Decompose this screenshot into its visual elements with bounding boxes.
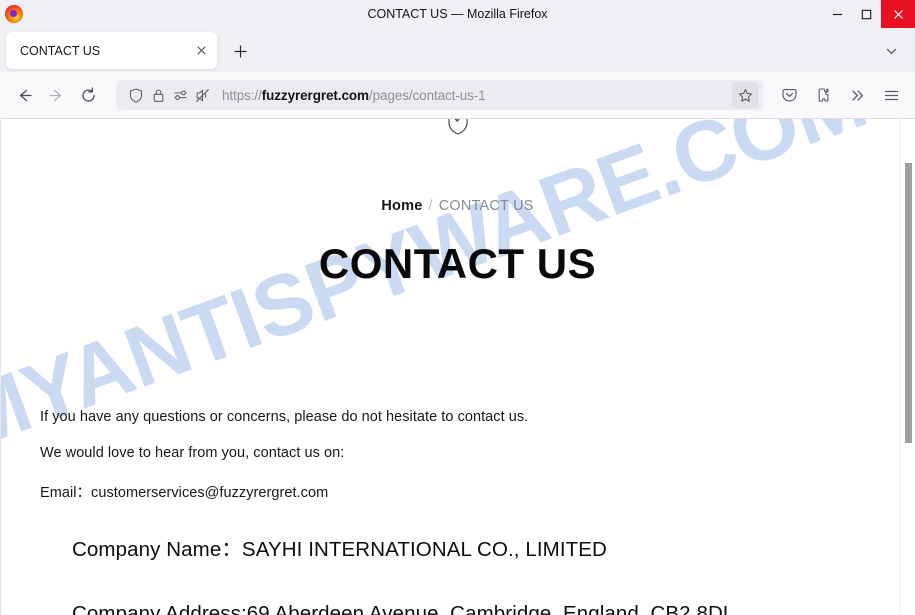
url-host: fuzzyrergret.com: [261, 87, 369, 103]
url-text[interactable]: https://fuzzyrergret.com/pages/contact-u…: [222, 88, 732, 103]
pocket-save-icon[interactable]: [773, 79, 805, 111]
scrollbar-thumb[interactable]: [905, 163, 912, 443]
close-tab-icon[interactable]: [191, 41, 211, 61]
url-scheme: https://: [222, 87, 262, 103]
bookmark-star-icon[interactable]: [732, 82, 758, 108]
firefox-window: CONTACT US — Mozilla Firefox CONTACT US: [0, 0, 915, 615]
reload-button[interactable]: [72, 79, 104, 111]
address-bar[interactable]: https://fuzzyrergret.com/pages/contact-u…: [116, 80, 763, 110]
shield-check-badge-icon: [447, 119, 469, 137]
company-name-line: Company Name：SAYHI INTERNATIONAL CO., LI…: [72, 538, 607, 561]
window-title: CONTACT US — Mozilla Firefox: [367, 7, 548, 21]
title-bar: CONTACT US — Mozilla Firefox: [0, 0, 915, 28]
tab-bar: CONTACT US: [0, 28, 915, 72]
close-window-button[interactable]: [881, 0, 915, 28]
list-all-tabs-icon[interactable]: [877, 37, 905, 65]
overflow-chevrons-icon[interactable]: [841, 79, 873, 111]
viewport-left-edge: [0, 119, 1, 615]
back-button[interactable]: [8, 79, 40, 111]
page-scrollbar[interactable]: [900, 119, 915, 615]
maximize-button[interactable]: [852, 0, 881, 28]
browser-tab[interactable]: CONTACT US: [6, 32, 217, 69]
forward-button[interactable]: [40, 79, 72, 111]
page-viewport: MYANTISPYWARE.COM Home / CONTACT US CONTAC…: [0, 119, 915, 615]
autoplay-blocked-icon[interactable]: [192, 85, 212, 105]
web-page: MYANTISPYWARE.COM Home / CONTACT US CONTAC…: [0, 119, 915, 615]
page-title: CONTACT US: [318, 240, 597, 287]
navigation-toolbar: https://fuzzyrergret.com/pages/contact-u…: [0, 72, 915, 119]
page-content: Home / CONTACT US CONTACT US If you have a…: [0, 198, 915, 615]
new-tab-button[interactable]: [226, 37, 254, 65]
breadcrumb-current: CONTACT US: [438, 198, 534, 214]
company-address-line: Company Address:69 Aberdeen Avenue, Camb…: [72, 602, 735, 615]
tab-title: CONTACT US: [20, 43, 101, 58]
email-line: Email：customerservices@fuzzyrergret.com: [40, 485, 329, 501]
intro-paragraph-1: If you have any questions or concerns, p…: [40, 409, 529, 425]
url-path: /pages/contact-us-1: [368, 87, 486, 103]
connection-lock-icon[interactable]: [148, 85, 168, 105]
window-controls: [823, 0, 915, 28]
minimize-button[interactable]: [823, 0, 852, 28]
site-permissions-icon[interactable]: [170, 85, 190, 105]
app-menu-hamburger-icon[interactable]: [875, 79, 907, 111]
intro-paragraph-2: We would love to hear from you, contact …: [40, 445, 345, 461]
breadcrumb-separator: /: [428, 198, 433, 214]
extensions-puzzle-icon[interactable]: [807, 79, 839, 111]
breadcrumb: Home / CONTACT US: [0, 198, 915, 214]
tracking-protection-shield-icon[interactable]: [126, 85, 146, 105]
firefox-logo-icon: [5, 5, 23, 23]
breadcrumb-home-link[interactable]: Home: [381, 198, 422, 214]
